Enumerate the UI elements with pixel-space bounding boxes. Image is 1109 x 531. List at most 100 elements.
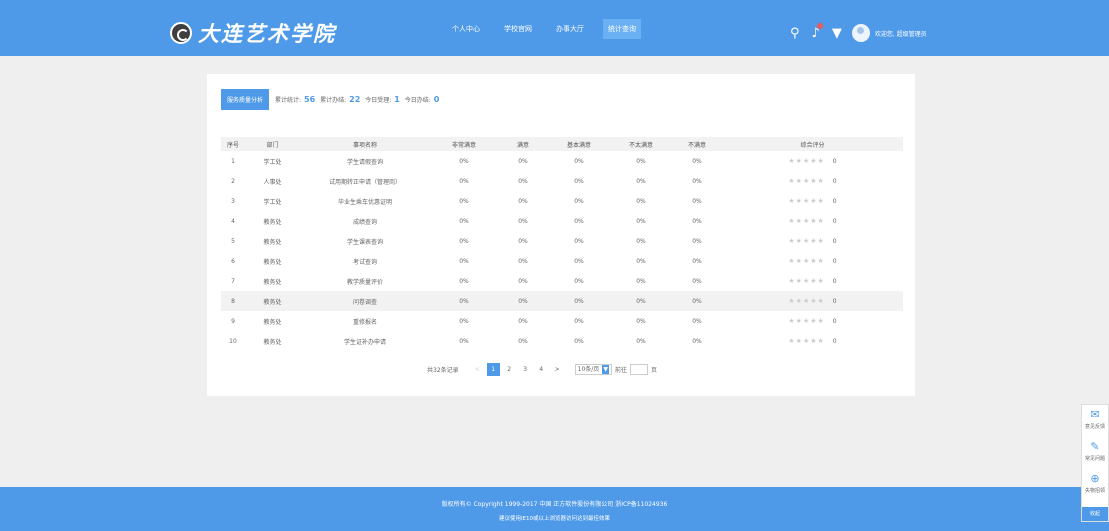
page-1[interactable]: 1 (486, 363, 500, 376)
side-faq-label: 常见问题 (1084, 456, 1105, 462)
top-header: 大连艺术学院 个人中心 学校官网 办事大厅 统计查询 ⚲ ♪ ▼ 欢迎您, 超级… (0, 0, 1109, 56)
cell-v5: 0% (692, 197, 702, 205)
cell-dept: 教务处 (263, 338, 282, 346)
cell-rating: ★★★★★ 0 (722, 291, 903, 311)
goto-page-input[interactable] (629, 364, 648, 375)
cell-rating: ★★★★★ 0 (722, 211, 903, 231)
footer: 版权所有© Copyright 1999-2017 中国 正方软件股份有限公司 … (0, 487, 1109, 531)
nav-school-website[interactable]: 学校官网 (499, 19, 537, 39)
cell-v1: 0% (459, 337, 469, 345)
rating-stars: ★★★★★ (788, 277, 825, 285)
table-row[interactable]: 4 教务处 成绩查询 0% 0% 0% 0% 0% ★★★★★ 0 (221, 211, 903, 231)
side-feedback[interactable]: ✉ 意见反馈 (1082, 405, 1108, 437)
today-done-label: 今日办结: (404, 97, 431, 104)
table-row[interactable]: 7 教务处 教学质量评价 0% 0% 0% 0% 0% ★★★★★ 0 (221, 271, 903, 291)
col-overall-score: 综合评分 (722, 137, 903, 151)
cell-v4: 0% (636, 157, 646, 165)
cell-dept: 学工处 (263, 158, 282, 166)
cell-no: 3 (231, 197, 235, 205)
cell-v4: 0% (636, 277, 646, 285)
question-icon: ✎ (1090, 440, 1100, 453)
bell-icon[interactable]: ♪ (812, 22, 823, 41)
total-count: 56 (304, 95, 316, 104)
header-tools: ⚲ ♪ ▼ 欢迎您, 超级管理员 (790, 22, 927, 42)
table-row[interactable]: 1 学工处 学生请假查询 0% 0% 0% 0% 0% ★★★★★ 0 (221, 151, 903, 171)
rating-stars: ★★★★★ (788, 157, 825, 165)
welcome-text[interactable]: 欢迎您, 超级管理员 (875, 29, 927, 38)
prev-page-button[interactable]: < (471, 363, 484, 376)
cell-v1: 0% (459, 197, 469, 205)
cell-v5: 0% (692, 157, 702, 165)
cell-v2: 0% (518, 317, 528, 325)
table-row[interactable]: 6 教务处 考试查询 0% 0% 0% 0% 0% ★★★★★ 0 (221, 251, 903, 271)
cell-v1: 0% (459, 237, 469, 245)
table-row[interactable]: 3 学工处 毕业生乘车优惠证明 0% 0% 0% 0% 0% ★★★★★ 0 (221, 191, 903, 211)
rating-score: 0 (832, 258, 837, 265)
nav-service-hall[interactable]: 办事大厅 (551, 19, 589, 39)
cell-rating: ★★★★★ 0 (722, 251, 903, 271)
col-item-name: 事项名称 (300, 137, 430, 151)
page-3[interactable]: 3 (519, 363, 532, 376)
page-2[interactable]: 2 (503, 363, 516, 376)
cell-name: 试用期转正申请（管理岗） (328, 178, 401, 186)
cell-v3: 0% (574, 197, 584, 205)
service-quality-button[interactable]: 服务质量分析 (221, 89, 270, 110)
cell-v1: 0% (430, 291, 498, 311)
next-page-button[interactable]: > (551, 363, 564, 376)
statistics-card: 服务质量分析 累计统计: 56 累计办结: 22 今日受理: 1 今日办结: 0 序号 … (207, 74, 915, 396)
rating-score: 0 (832, 158, 837, 165)
col-unsatisfied: 不满意 (672, 137, 722, 151)
cell-v3: 0% (574, 157, 584, 165)
nav-statistics[interactable]: 统计查询 (603, 19, 641, 39)
filter-icon[interactable]: ▼ (832, 26, 842, 41)
today-reg-count: 1 (394, 95, 400, 104)
cell-rating: ★★★★★ 0 (722, 151, 903, 171)
school-emblem-icon (170, 22, 192, 44)
table-row[interactable]: 5 教务处 学生课表查询 0% 0% 0% 0% 0% ★★★★★ 0 (221, 231, 903, 251)
notification-dot (816, 22, 823, 29)
cell-no: 4 (231, 217, 235, 225)
table-row[interactable]: 10 教务处 学生证补办申请 0% 0% 0% 0% 0% ★★★★★ 0 (221, 331, 903, 351)
cell-name: 学生课表查询 (346, 238, 383, 246)
cell-dept: 教务处 (263, 238, 282, 246)
page-size-select[interactable]: 10条/页 ▼ (574, 364, 612, 375)
side-lost-found-label: 失物招领 (1084, 488, 1105, 494)
pagination: 共32条记录 < 1 2 3 4 > 10条/页 ▼ 前往 页 (427, 363, 657, 376)
table-row[interactable]: 2 人事处 试用期转正申请（管理岗） 0% 0% 0% 0% 0% ★★★★★ 0 (221, 171, 903, 191)
cell-v1: 0% (459, 277, 469, 285)
avatar[interactable] (851, 24, 870, 42)
rating-stars: ★★★★★ (788, 337, 825, 345)
table-row[interactable]: 9 教务处 重修报名 0% 0% 0% 0% 0% ★★★★★ 0 (221, 311, 903, 331)
page-suffix: 页 (650, 367, 657, 374)
magnifier-icon: ⊕ (1090, 472, 1100, 485)
side-faq[interactable]: ✎ 常见问题 (1082, 437, 1108, 469)
cell-no: 10 (229, 337, 237, 345)
school-logo[interactable]: 大连艺术学院 (170, 18, 336, 48)
cell-dept: 学工处 (263, 198, 282, 206)
cell-rating: ★★★★★ 0 (722, 171, 903, 191)
side-lost-found[interactable]: ⊕ 失物招领 (1082, 469, 1108, 501)
cell-dept: 教务处 (263, 278, 282, 286)
search-icon[interactable]: ⚲ (790, 26, 800, 41)
cell-v3: 0% (574, 257, 584, 265)
cell-name: 问卷调查 (300, 291, 430, 311)
rating-score: 0 (832, 238, 837, 245)
done-count: 22 (349, 95, 361, 104)
cell-v5: 0% (692, 277, 702, 285)
table-row[interactable]: 8 教务处 问卷调查 0% 0% 0% 0% 0% ★★★★★ 0 (221, 291, 903, 311)
rating-stars: ★★★★★ (788, 237, 825, 245)
cell-no: 1 (231, 157, 235, 165)
col-basically-satisfied: 基本满意 (548, 137, 610, 151)
page-4[interactable]: 4 (535, 363, 548, 376)
cell-dept: 教务处 (245, 291, 300, 311)
total-records: 共32条记录 (427, 367, 459, 374)
cell-v5: 0% (692, 237, 702, 245)
collapse-button[interactable]: 收起 (1082, 507, 1108, 521)
col-not-quite-satisfied: 不太满意 (610, 137, 672, 151)
cell-rating: ★★★★★ 0 (722, 331, 903, 351)
cell-name: 学生请假查询 (346, 158, 383, 166)
cell-v4: 0% (636, 197, 646, 205)
cell-v2: 0% (518, 257, 528, 265)
cell-v4: 0% (636, 237, 646, 245)
nav-personal-center[interactable]: 个人中心 (447, 19, 485, 39)
